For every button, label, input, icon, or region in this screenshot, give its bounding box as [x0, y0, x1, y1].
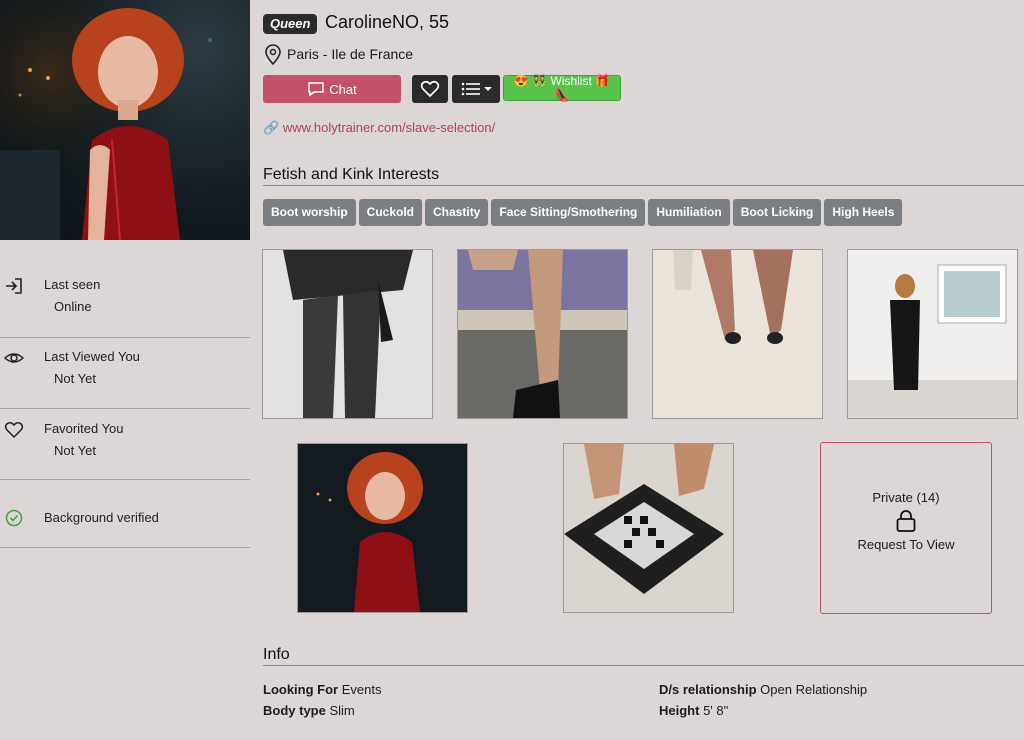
- divider: [0, 408, 250, 409]
- interest-tag[interactable]: Chastity: [425, 199, 489, 226]
- sign-in-icon: [6, 278, 22, 294]
- wishlist-button[interactable]: 😍 👯 Wishlist 🎁 👠: [503, 74, 621, 102]
- check-circle-icon: [5, 509, 23, 527]
- profile-name: CarolineNO, 55: [325, 12, 450, 32]
- stat-favorited: Favorited You Not Yet: [0, 418, 250, 478]
- gallery-photo[interactable]: [297, 443, 468, 613]
- interest-tag[interactable]: Cuckold: [358, 199, 423, 226]
- interest-tag[interactable]: Boot Licking: [732, 199, 822, 226]
- eye-icon: [4, 353, 24, 363]
- interests-divider: [263, 185, 1024, 186]
- divider: [0, 337, 250, 338]
- chat-button-label: Chat: [329, 81, 357, 97]
- info-label: Looking For: [263, 682, 339, 697]
- info-looking-for: Looking For Events: [263, 682, 381, 697]
- link-icon: 🔗: [263, 120, 283, 135]
- map-pin-icon: [265, 44, 281, 66]
- info-label: Height: [659, 703, 700, 718]
- lock-icon: [896, 510, 916, 532]
- gallery-photo[interactable]: [457, 249, 628, 419]
- list-icon: [461, 82, 480, 96]
- gallery-photo-art: [653, 250, 822, 418]
- heart-icon: [4, 422, 24, 439]
- gallery-photo-art: [263, 250, 432, 418]
- gallery-photo[interactable]: [847, 249, 1018, 419]
- chat-bubble-icon: [308, 82, 325, 97]
- sidebar: Last seen Online Last Viewed You Not Yet…: [0, 0, 250, 740]
- profile-link[interactable]: 🔗 www.holytrainer.com/slave-selection/: [263, 120, 495, 136]
- profile-photo-art: [0, 0, 250, 240]
- stat-label: Last seen: [44, 277, 101, 292]
- info-value: Open Relationship: [760, 682, 868, 697]
- interest-tags: Boot worship Cuckold Chastity Face Sitti…: [263, 199, 903, 226]
- interest-tag[interactable]: High Heels: [824, 199, 903, 226]
- stat-last-seen: Last seen Online: [0, 274, 250, 334]
- divider: [0, 547, 250, 548]
- info-label: Body type: [263, 703, 326, 718]
- gallery-photo-art: [564, 444, 733, 612]
- profile-link-text: www.holytrainer.com/slave-selection/: [282, 120, 496, 135]
- location-text: Paris - Ile de France: [287, 46, 414, 62]
- request-to-view-label: Request To View: [857, 537, 955, 552]
- stat-label: Favorited You: [44, 421, 124, 436]
- options-menu-button[interactable]: [452, 75, 500, 103]
- favorite-button[interactable]: [412, 75, 448, 103]
- interest-tag[interactable]: Boot worship: [263, 199, 356, 226]
- info-height: Height 5' 8": [659, 703, 728, 718]
- stat-label: Background verified: [44, 510, 159, 525]
- info-value: Events: [341, 682, 382, 697]
- profile-photo[interactable]: [0, 0, 250, 240]
- gallery-photo-art: [458, 250, 627, 418]
- info-value: 5' 8": [703, 703, 729, 718]
- info-title: Info: [263, 646, 290, 663]
- info-value: Slim: [329, 703, 355, 718]
- queen-badge: Queen: [263, 14, 318, 34]
- info-body-type: Body type Slim: [263, 703, 355, 718]
- info-label: D/s relationship: [659, 682, 757, 697]
- stat-value: Online: [54, 299, 92, 314]
- interests-title: Fetish and Kink Interests: [263, 166, 440, 183]
- stat-value: Not Yet: [54, 371, 96, 386]
- gallery-photo[interactable]: [563, 443, 734, 613]
- info-divider: [263, 665, 1024, 666]
- gallery-photo-art: [298, 444, 467, 612]
- gallery-photo[interactable]: [652, 249, 823, 419]
- divider: [0, 479, 250, 480]
- caret-down-icon: [483, 87, 492, 91]
- interest-tag[interactable]: Face Sitting/Smothering: [491, 199, 646, 226]
- chat-button[interactable]: Chat: [263, 75, 401, 103]
- gallery-photo[interactable]: [262, 249, 433, 419]
- heart-icon: [420, 80, 440, 98]
- interest-tag[interactable]: Humiliation: [648, 199, 730, 226]
- stat-value: Not Yet: [54, 443, 96, 458]
- private-gallery-card[interactable]: Private (14) Request To View: [820, 442, 992, 614]
- stat-label: Last Viewed You: [44, 349, 140, 364]
- stat-last-viewed: Last Viewed You Not Yet: [0, 346, 250, 406]
- private-count-label: Private (14): [872, 490, 940, 505]
- info-ds-relationship: D/s relationship Open Relationship: [659, 682, 867, 697]
- gallery-photo-art: [848, 250, 1017, 418]
- stat-background-verified: Background verified: [0, 506, 250, 530]
